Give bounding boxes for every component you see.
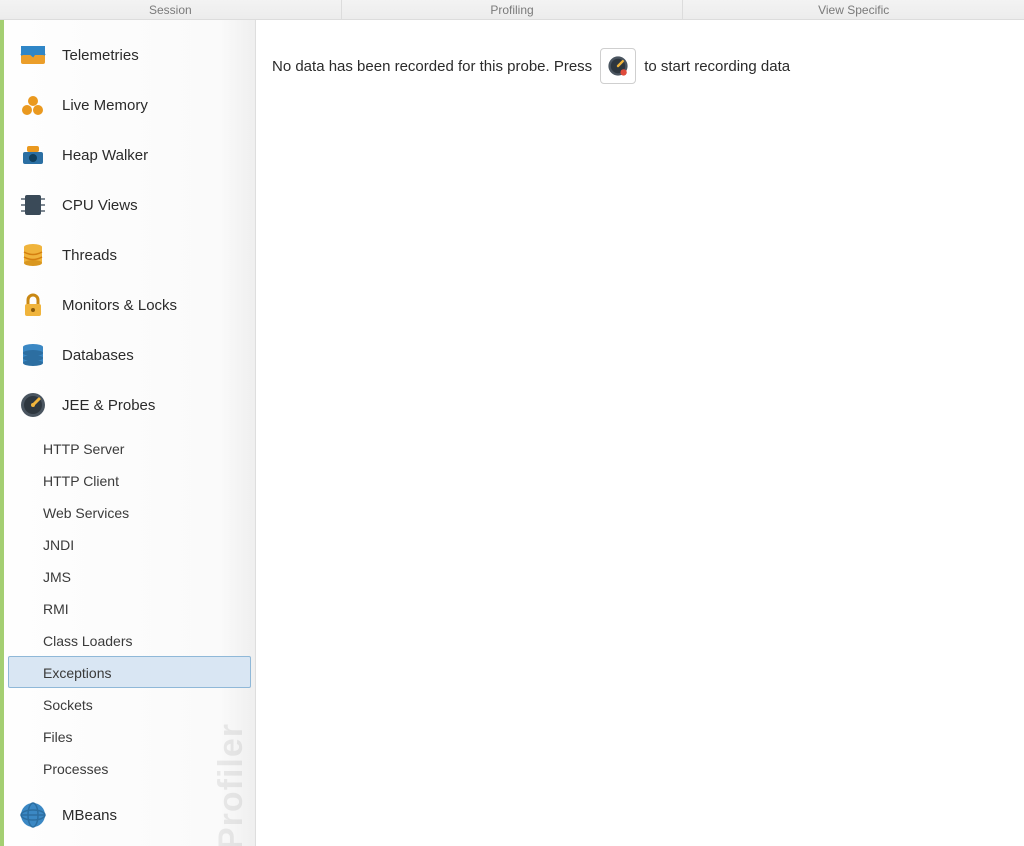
probe-files[interactable]: Files <box>8 720 251 752</box>
content-area: No data has been recorded for this probe… <box>256 20 1024 846</box>
probe-label: HTTP Client <box>43 473 119 489</box>
probe-http-client[interactable]: HTTP Client <box>8 464 251 496</box>
sidebar-item-label: MBeans <box>62 807 117 824</box>
sidebar-item-live-memory[interactable]: Live Memory <box>4 80 255 130</box>
instruction-before: No data has been recorded for this probe… <box>272 58 592 75</box>
sidebar-item-label: Monitors & Locks <box>62 297 177 314</box>
sidebar-item-label: JEE & Probes <box>62 397 155 414</box>
probe-label: RMI <box>43 601 69 617</box>
probe-rmi[interactable]: RMI <box>8 592 251 624</box>
sidebar-item-cpu-views[interactable]: CPU Views <box>4 180 255 230</box>
telemetries-icon <box>18 40 48 70</box>
record-probe-button[interactable] <box>600 48 636 84</box>
probe-label: Sockets <box>43 697 93 713</box>
threads-icon <box>18 240 48 270</box>
probe-label: Files <box>43 729 73 745</box>
probe-class-loaders[interactable]: Class Loaders <box>8 624 251 656</box>
sidebar-item-label: CPU Views <box>62 197 138 214</box>
cpu-views-icon <box>18 190 48 220</box>
menu-session-label: Session <box>149 3 192 17</box>
probe-jndi[interactable]: JNDI <box>8 528 251 560</box>
probe-exceptions[interactable]: Exceptions <box>8 656 251 688</box>
menu-profiling[interactable]: Profiling <box>342 0 684 19</box>
no-data-instruction: No data has been recorded for this probe… <box>272 48 1008 84</box>
databases-icon <box>18 340 48 370</box>
menu-profiling-label: Profiling <box>490 3 533 17</box>
probe-sockets[interactable]: Sockets <box>8 688 251 720</box>
sidebar-item-telemetries[interactable]: Telemetries <box>4 30 255 80</box>
sidebar: Profiler Telemetries Live Memory <box>0 20 256 846</box>
sidebar-item-label: Threads <box>62 247 117 264</box>
menu-view-specific-label: View Specific <box>818 3 889 17</box>
gauge-icon <box>18 390 48 420</box>
probe-processes[interactable]: Processes <box>8 752 251 784</box>
probe-label: Class Loaders <box>43 633 133 649</box>
sidebar-item-threads[interactable]: Threads <box>4 230 255 280</box>
probe-label: Web Services <box>43 505 129 521</box>
sidebar-item-label: Heap Walker <box>62 147 148 164</box>
sidebar-item-label: Databases <box>62 347 134 364</box>
record-icon <box>606 54 630 78</box>
sidebar-item-mbeans[interactable]: MBeans <box>4 790 255 840</box>
sidebar-item-heap-walker[interactable]: Heap Walker <box>4 130 255 180</box>
probe-label: JNDI <box>43 537 74 553</box>
menu-view-specific[interactable]: View Specific <box>683 0 1024 19</box>
sidebar-item-monitors-locks[interactable]: Monitors & Locks <box>4 280 255 330</box>
probes-list: HTTP Server HTTP Client Web Services JND… <box>4 430 255 790</box>
probe-label: Exceptions <box>43 665 111 681</box>
heap-walker-icon <box>18 140 48 170</box>
instruction-after: to start recording data <box>644 58 790 75</box>
globe-icon <box>18 800 48 830</box>
lock-icon <box>18 290 48 320</box>
probe-web-services[interactable]: Web Services <box>8 496 251 528</box>
sidebar-nav: Telemetries Live Memory <box>4 20 255 840</box>
probe-jms[interactable]: JMS <box>8 560 251 592</box>
sidebar-item-databases[interactable]: Databases <box>4 330 255 380</box>
sidebar-item-label: Live Memory <box>62 97 148 114</box>
sidebar-item-jee-probes[interactable]: JEE & Probes <box>4 380 255 430</box>
probe-label: Processes <box>43 761 108 777</box>
menu-bar: Session Profiling View Specific <box>0 0 1024 20</box>
live-memory-icon <box>18 90 48 120</box>
probe-http-server[interactable]: HTTP Server <box>8 432 251 464</box>
menu-session[interactable]: Session <box>0 0 342 19</box>
sidebar-item-label: Telemetries <box>62 47 139 64</box>
probe-label: JMS <box>43 569 71 585</box>
probe-label: HTTP Server <box>43 441 124 457</box>
